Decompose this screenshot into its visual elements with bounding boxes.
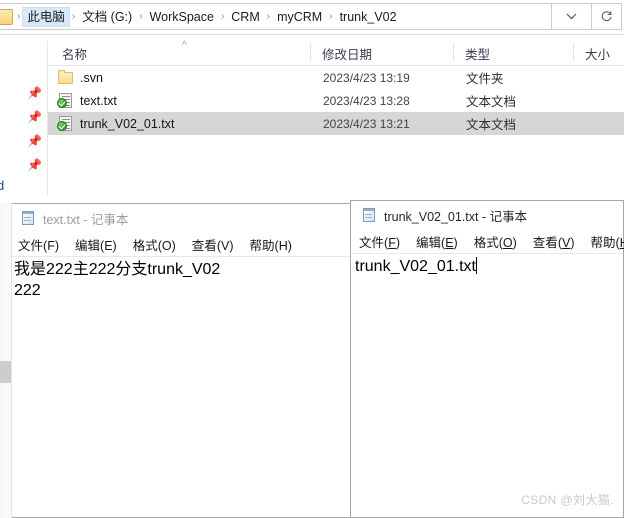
- menu-item-file[interactable]: 文件(F): [18, 235, 59, 254]
- refresh-icon[interactable]: [592, 3, 622, 30]
- breadcrumb-separator: ›: [71, 11, 76, 22]
- window-title: trunk_V02_01.txt - 记事本: [384, 209, 528, 224]
- column-header-date-modified[interactable]: 修改日期: [322, 44, 372, 63]
- table-row[interactable]: trunk_V02_01.txt 2023/4/23 13:21 文本文档: [48, 112, 624, 135]
- text-line: 我是222主222分支trunk_V02: [14, 261, 221, 278]
- pin-icon[interactable]: 📌: [27, 111, 42, 124]
- menu-item-format[interactable]: 格式(O): [133, 235, 176, 254]
- notepad-window-trunk-v02-01-txt[interactable]: trunk_V02_01.txt - 记事本 文件(F) 编辑(E) 格式(O)…: [350, 200, 624, 518]
- text-line: 222: [14, 282, 41, 299]
- file-type: 文本文档: [466, 95, 517, 109]
- window-title: text.txt - 记事本: [43, 212, 129, 227]
- menu-bar: 文件(F) 编辑(E) 格式(O) 查看(V) 帮助(H): [10, 232, 360, 257]
- menu-item-view[interactable]: 查看(V): [533, 232, 575, 251]
- breadcrumb[interactable]: › 此电脑 › 文档 (G:) › WorkSpace › CRM › myCR…: [0, 3, 552, 30]
- text-line: trunk_V02_01.txt: [355, 257, 477, 275]
- notepad-window-text-txt[interactable]: text.txt - 记事本 文件(F) 编辑(E) 格式(O) 查看(V) 帮…: [9, 203, 361, 518]
- sort-ascending-icon: ^: [182, 40, 187, 51]
- breadcrumb-separator: ›: [17, 11, 21, 22]
- menu-item-format[interactable]: 格式(O): [474, 232, 517, 251]
- pin-icon[interactable]: 📌: [27, 159, 42, 172]
- file-type: 文本文档: [466, 118, 517, 132]
- notepad-icon: [20, 210, 36, 226]
- menu-item-file[interactable]: 文件(F): [359, 232, 400, 251]
- table-row[interactable]: text.txt 2023/4/23 13:28 文本文档: [48, 89, 624, 112]
- text-file-svn-icon: [57, 92, 74, 109]
- notepad-title-bar[interactable]: text.txt - 记事本: [10, 204, 360, 232]
- column-divider[interactable]: [573, 43, 574, 61]
- breadcrumb-item-documents-g[interactable]: 文档 (G:): [77, 7, 137, 27]
- notepad-icon: [361, 207, 377, 223]
- breadcrumb-separator: ›: [139, 11, 143, 22]
- file-name: .svn: [80, 70, 103, 85]
- file-type: 文件夹: [466, 72, 504, 86]
- menu-item-help[interactable]: 帮助(H): [591, 232, 624, 251]
- address-bar: › 此电脑 › 文档 (G:) › WorkSpace › CRM › myCR…: [0, 0, 624, 35]
- table-row[interactable]: .svn 2023/4/23 13:19 文件夹: [48, 66, 624, 89]
- breadcrumb-separator: ›: [220, 11, 225, 22]
- folder-icon: [0, 8, 13, 25]
- scrollbar-thumb[interactable]: [0, 361, 11, 383]
- pin-icon[interactable]: 📌: [27, 87, 42, 100]
- breadcrumb-item-crm[interactable]: CRM: [226, 7, 264, 27]
- breadcrumb-separator: ›: [329, 11, 333, 22]
- csdn-watermark: CSDN @刘大猫.: [521, 493, 614, 507]
- notepad-text-area[interactable]: trunk_V02_01.txt: [351, 254, 623, 517]
- file-list: .svn 2023/4/23 13:19 文件夹 text.txt 2023/4…: [48, 66, 624, 135]
- scrollbar-track[interactable]: [0, 203, 12, 518]
- pin-icon[interactable]: 📌: [27, 135, 42, 148]
- notepad-title-bar[interactable]: trunk_V02_01.txt - 记事本: [351, 201, 623, 229]
- menu-item-view[interactable]: 查看(V): [192, 235, 234, 254]
- file-name: text.txt: [80, 93, 117, 108]
- chevron-down-icon[interactable]: [552, 3, 592, 30]
- file-date-modified: 2023/4/23 13:28: [323, 93, 410, 108]
- breadcrumb-item-trunk-v02[interactable]: trunk_V02: [335, 7, 402, 27]
- folder-icon: [57, 69, 74, 86]
- menu-bar: 文件(F) 编辑(E) 格式(O) 查看(V) 帮助(H): [351, 229, 624, 254]
- breadcrumb-item-mycrm[interactable]: myCRM: [272, 7, 327, 27]
- file-explorer-window: › 此电脑 › 文档 (G:) › WorkSpace › CRM › myCR…: [0, 0, 624, 196]
- notepad-text-area[interactable]: 我是222主222分支trunk_V02 222: [10, 257, 360, 517]
- clipped-desktop-glyph: d: [0, 178, 5, 193]
- column-header-type[interactable]: 类型: [465, 44, 490, 63]
- file-date-modified: 2023/4/23 13:19: [323, 70, 410, 85]
- navigation-pane: 📌 📌 📌 📌: [0, 41, 48, 196]
- file-name: trunk_V02_01.txt: [80, 116, 175, 131]
- column-divider[interactable]: [453, 43, 454, 61]
- column-header-size[interactable]: 大小: [585, 44, 610, 63]
- file-date-modified: 2023/4/23 13:21: [323, 116, 410, 131]
- text-file-svn-icon: [57, 115, 74, 132]
- vertical-scrollbar[interactable]: [0, 203, 12, 518]
- menu-item-edit[interactable]: 编辑(E): [416, 232, 458, 251]
- text-caret: [475, 257, 477, 274]
- menu-item-help[interactable]: 帮助(H): [250, 235, 292, 254]
- column-divider[interactable]: [310, 43, 311, 61]
- breadcrumb-separator: ›: [266, 11, 271, 22]
- breadcrumb-item-workspace[interactable]: WorkSpace: [145, 7, 219, 27]
- menu-item-edit[interactable]: 编辑(E): [75, 235, 117, 254]
- column-header-row: 名称 修改日期 类型 大小: [0, 41, 624, 66]
- column-header-name[interactable]: 名称: [62, 44, 87, 63]
- breadcrumb-item-this-pc[interactable]: 此电脑: [22, 6, 70, 27]
